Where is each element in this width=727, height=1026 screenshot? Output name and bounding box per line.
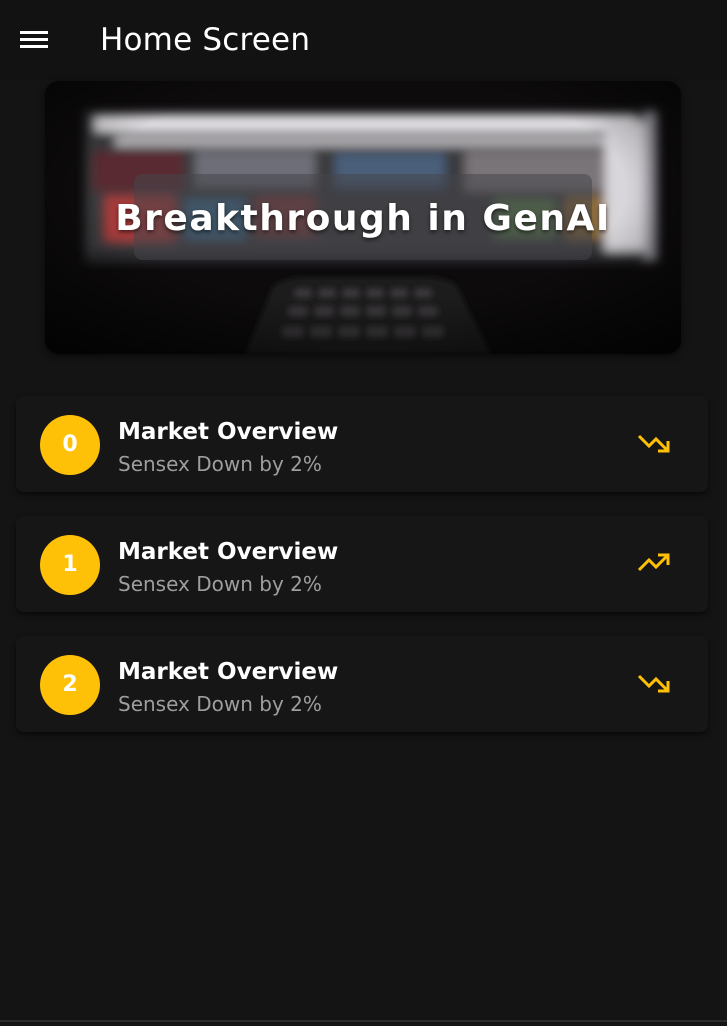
page-title: Home Screen	[100, 22, 311, 58]
menu-button[interactable]	[14, 22, 54, 58]
app-screen: Home Screen Breakthrough in GenAI 0 Mark…	[0, 0, 727, 1026]
hamburger-menu-icon	[20, 31, 48, 48]
card-subtitle: Sensex Down by 2%	[118, 692, 322, 716]
card-index-avatar: 1	[40, 535, 100, 595]
trending-down-icon	[636, 669, 672, 697]
card-title: Market Overview	[118, 539, 339, 565]
trending-down-icon	[636, 429, 672, 457]
market-card[interactable]: 1 Market Overview Sensex Down by 2%	[16, 516, 708, 612]
card-title: Market Overview	[118, 419, 339, 445]
market-card[interactable]: 2 Market Overview Sensex Down by 2%	[16, 636, 708, 732]
market-card[interactable]: 0 Market Overview Sensex Down by 2%	[16, 396, 708, 492]
card-title: Market Overview	[118, 659, 339, 685]
featured-banner[interactable]: Breakthrough in GenAI	[45, 81, 681, 354]
card-subtitle: Sensex Down by 2%	[118, 572, 322, 596]
app-bar: Home Screen	[0, 0, 727, 80]
card-index-avatar: 2	[40, 655, 100, 715]
trending-up-icon	[636, 549, 672, 577]
bottom-divider	[0, 1020, 727, 1022]
banner-caption: Breakthrough in GenAI	[115, 198, 611, 239]
card-index-avatar: 0	[40, 415, 100, 475]
card-subtitle: Sensex Down by 2%	[118, 452, 322, 476]
